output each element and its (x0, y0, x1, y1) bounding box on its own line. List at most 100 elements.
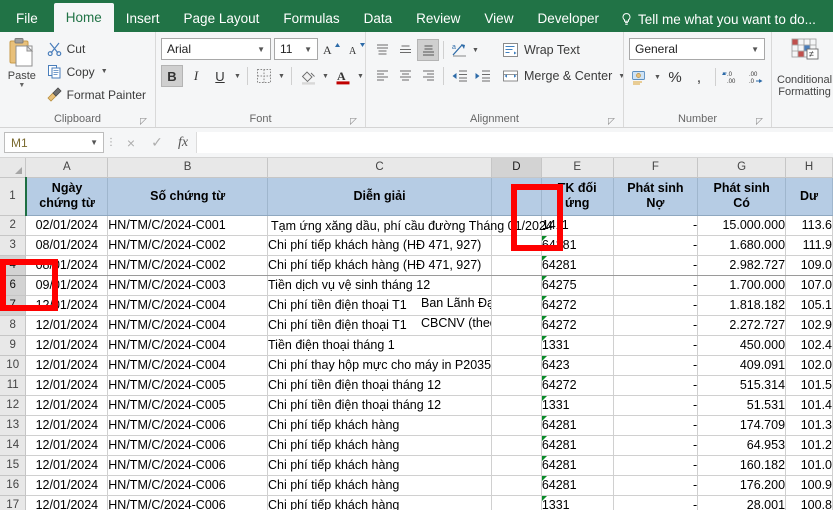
merge-center-button[interactable]: Merge & Center ▼ (499, 65, 629, 87)
cell-du[interactable]: 101.2 (786, 435, 833, 455)
column-header-A[interactable]: A (26, 158, 108, 177)
chevron-down-icon[interactable]: ▼ (301, 45, 315, 54)
cell-tk-doi-ung[interactable]: 64272 (541, 295, 613, 315)
cell-tk-doi-ung[interactable]: 64272 (541, 375, 613, 395)
cell-tk-doi-ung[interactable]: 64281 (541, 415, 613, 435)
cell-date[interactable]: 12/01/2024 (26, 495, 108, 510)
column-header-C[interactable]: C (268, 158, 492, 177)
alignment-dialog-launcher[interactable]: ◸ (607, 117, 616, 126)
table-row[interactable]: 202/01/2024HN/TM/C/2024-C001Tạm ứng xăng… (0, 215, 833, 235)
format-painter-button[interactable]: Format Painter (43, 83, 150, 106)
cell-phat-sinh-co[interactable]: 1.700.000 (698, 275, 786, 295)
cell-document-no[interactable]: HN/TM/C/2024-C006 (108, 435, 268, 455)
cell-du[interactable]: 105.1 (786, 295, 833, 315)
table-row[interactable]: 1312/01/2024HN/TM/C/2024-C006Chi phí tiế… (0, 415, 833, 435)
comma-style-button[interactable]: , (688, 66, 710, 88)
cell-description[interactable]: Chi phí tiền điện thoại tháng 12 (268, 375, 492, 395)
cell-description[interactable]: Chi phí tiếp khách hàng (268, 475, 492, 495)
table-row[interactable]: 912/01/2024HN/TM/C/2024-C004Tiền điện th… (0, 335, 833, 355)
font-size-combo[interactable]: 11 ▼ (274, 38, 318, 60)
tab-review[interactable]: Review (404, 6, 472, 32)
cell-document-no[interactable]: HN/TM/C/2024-C004 (108, 295, 268, 315)
cell-date[interactable]: 12/01/2024 (26, 475, 108, 495)
cell-description[interactable]: Chi phí tiếp khách hàng (HĐ 471, 927) (268, 255, 492, 275)
tab-insert[interactable]: Insert (114, 6, 172, 32)
cell-tk-doi-ung[interactable]: 64281 (541, 475, 613, 495)
table-row[interactable]: 1612/01/2024HN/TM/C/2024-C006Chi phí tiế… (0, 475, 833, 495)
paste-button[interactable]: Paste ▼ (5, 35, 39, 89)
cell-date[interactable]: 12/01/2024 (26, 415, 108, 435)
cell-date[interactable]: 12/01/2024 (26, 435, 108, 455)
cell-column-d[interactable] (492, 335, 542, 355)
cell-phat-sinh-co[interactable]: 174.709 (698, 415, 786, 435)
cell-phat-sinh-no[interactable]: - (613, 235, 698, 255)
table-row[interactable]: 712/01/2024HN/TM/C/2024-C004Chi phí tiền… (0, 295, 833, 315)
table-row[interactable]: 1512/01/2024HN/TM/C/2024-C006Chi phí tiế… (0, 455, 833, 475)
formula-input[interactable] (196, 132, 833, 153)
cell-du[interactable]: 102.4 (786, 335, 833, 355)
cell-description[interactable]: Chi phí thay hộp mực cho máy in P2035 (268, 355, 492, 375)
decrease-indent-button[interactable] (448, 65, 470, 87)
cell-column-d[interactable] (492, 495, 542, 510)
cell-du[interactable]: 113.6 (786, 215, 833, 235)
column-header-D[interactable]: D (492, 158, 542, 177)
row-header-17[interactable]: 17 (0, 495, 26, 510)
cell-document-no[interactable]: HN/TM/C/2024-C006 (108, 415, 268, 435)
cell-column-d[interactable] (492, 435, 542, 455)
chevron-down-icon[interactable]: ▼ (356, 73, 365, 80)
cell-phat-sinh-co[interactable]: 15.000.000 (698, 215, 786, 235)
cell-phat-sinh-co[interactable]: 2.272.727 (698, 315, 786, 335)
cell-document-no[interactable]: HN/TM/C/2024-C001 (108, 215, 268, 235)
cell-phat-sinh-co[interactable]: 1.818.182 (698, 295, 786, 315)
cell-column-d[interactable] (492, 455, 542, 475)
cell-du[interactable]: 101.3 (786, 415, 833, 435)
table-row[interactable]: 1012/01/2024HN/TM/C/2024-C004Chi phí tha… (0, 355, 833, 375)
tab-view[interactable]: View (472, 6, 525, 32)
cell-description[interactable]: Chi phí tiếp khách hàng (268, 495, 492, 510)
bold-button[interactable]: B (161, 65, 183, 87)
cell-phat-sinh-no[interactable]: - (613, 455, 698, 475)
cell-column-d[interactable] (492, 355, 542, 375)
increase-indent-button[interactable] (471, 65, 493, 87)
cell-phat-sinh-no[interactable]: - (613, 395, 698, 415)
font-dialog-launcher[interactable]: ◸ (349, 117, 358, 126)
row-header-13[interactable]: 13 (0, 415, 26, 435)
cell-tk-doi-ung[interactable]: 1331 (541, 495, 613, 510)
table-row[interactable]: 1712/01/2024HN/TM/C/2024-C006Chi phí tiế… (0, 495, 833, 510)
cell-phat-sinh-no[interactable]: - (613, 335, 698, 355)
cell-du[interactable]: 101.5 (786, 375, 833, 395)
chevron-down-icon[interactable]: ▼ (277, 73, 286, 80)
conditional-formatting-button[interactable]: ≠ (788, 35, 822, 74)
align-right-button[interactable] (417, 65, 439, 87)
cell-column-d[interactable] (492, 415, 542, 435)
cell-document-no[interactable]: HN/TM/C/2024-C006 (108, 455, 268, 475)
chevron-down-icon[interactable]: ▼ (90, 138, 101, 147)
cell-column-d[interactable] (492, 395, 542, 415)
cell-document-no[interactable]: HN/TM/C/2024-C005 (108, 375, 268, 395)
row-header-3[interactable]: 3 (0, 235, 26, 255)
cell-phat-sinh-co[interactable]: 450.000 (698, 335, 786, 355)
cell-phat-sinh-no[interactable]: - (613, 415, 698, 435)
cell-phat-sinh-co[interactable]: 1.680.000 (698, 235, 786, 255)
cell-column-d[interactable] (492, 295, 542, 315)
cell-date[interactable]: 12/01/2024 (26, 455, 108, 475)
cell-date[interactable]: 12/01/2024 (26, 315, 108, 335)
tab-home[interactable]: Home (54, 3, 114, 32)
table-row[interactable]: 1112/01/2024HN/TM/C/2024-C005Chi phí tiề… (0, 375, 833, 395)
cell-phat-sinh-no[interactable]: - (613, 275, 698, 295)
italic-button[interactable]: I (185, 65, 207, 87)
cell-date[interactable]: 08/01/2024 (26, 235, 108, 255)
cell-phat-sinh-co[interactable]: 64.953 (698, 435, 786, 455)
cell-du[interactable]: 111.9 (786, 235, 833, 255)
table-row[interactable]: 609/01/2024HN/TM/C/2024-C003Tiền dịch vụ… (0, 275, 833, 295)
font-color-button[interactable]: A (332, 65, 354, 87)
cell-phat-sinh-no[interactable]: - (613, 295, 698, 315)
table-row[interactable]: 1212/01/2024HN/TM/C/2024-C005Chi phí tiề… (0, 395, 833, 415)
cell-date[interactable]: 02/01/2024 (26, 215, 108, 235)
cell-date[interactable]: 12/01/2024 (26, 395, 108, 415)
align-left-button[interactable] (371, 65, 393, 87)
cancel-icon[interactable]: × (118, 132, 144, 154)
row-header-11[interactable]: 11 (0, 375, 26, 395)
worksheet-grid[interactable]: A B C D E F G H 1 Ngày chứng từ Số chứng… (0, 158, 833, 510)
cell-tk-doi-ung[interactable]: 64281 (541, 435, 613, 455)
